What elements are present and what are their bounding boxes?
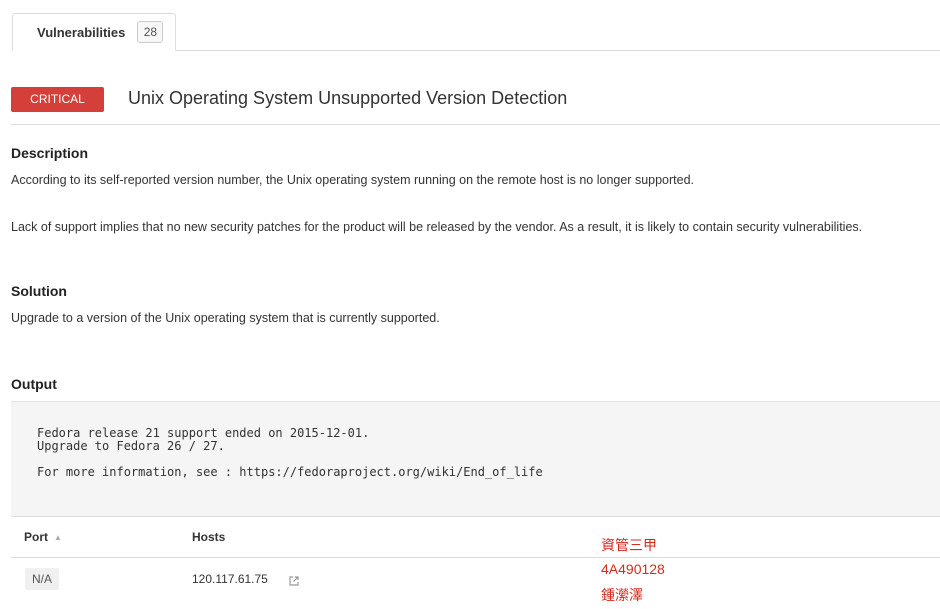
annotation-line: 4A490128	[601, 561, 665, 577]
vulnerability-header: CRITICAL Unix Operating System Unsupport…	[11, 87, 940, 125]
vulnerability-title: Unix Operating System Unsupported Versio…	[128, 88, 568, 108]
sort-up-icon[interactable]: ▲	[54, 533, 62, 542]
annotation-line: 鍾瀠澤	[601, 587, 643, 603]
hosts-table: Port ▲ Hosts N/A 120.117.61.75	[11, 516, 940, 598]
tab-label: Vulnerabilities	[37, 24, 126, 40]
port-value: N/A	[25, 568, 60, 590]
output-box: Fedora release 21 support ended on 2015-…	[11, 401, 940, 516]
column-header-port[interactable]: Port ▲	[24, 530, 62, 544]
table-header: Port ▲ Hosts	[11, 517, 940, 558]
description-paragraph: According to its self-reported version n…	[11, 173, 695, 187]
table-row: N/A 120.117.61.75	[11, 558, 940, 599]
tab-bar: Vulnerabilities 28	[12, 13, 940, 51]
annotation-line: 資管三甲	[601, 537, 657, 553]
column-header-hosts: Hosts	[192, 530, 225, 544]
column-label: Port	[24, 530, 48, 544]
output-heading: Output	[11, 376, 57, 392]
external-link-icon[interactable]	[289, 573, 299, 586]
severity-badge: CRITICAL	[11, 87, 104, 112]
solution-heading: Solution	[11, 283, 67, 299]
description-paragraph: Lack of support implies that no new secu…	[11, 220, 863, 234]
description-heading: Description	[11, 145, 89, 161]
tab-count-badge: 28	[137, 21, 164, 43]
column-label: Hosts	[192, 530, 226, 544]
vulnerability-detail-page: Vulnerabilities 28 CRITICAL Unix Operati…	[0, 0, 940, 609]
host-ip: 120.117.61.75	[192, 572, 268, 586]
output-text: Fedora release 21 support ended on 2015-…	[37, 426, 543, 479]
tab-vulnerabilities[interactable]: Vulnerabilities 28	[12, 13, 176, 51]
solution-text: Upgrade to a version of the Unix operati…	[11, 311, 440, 325]
